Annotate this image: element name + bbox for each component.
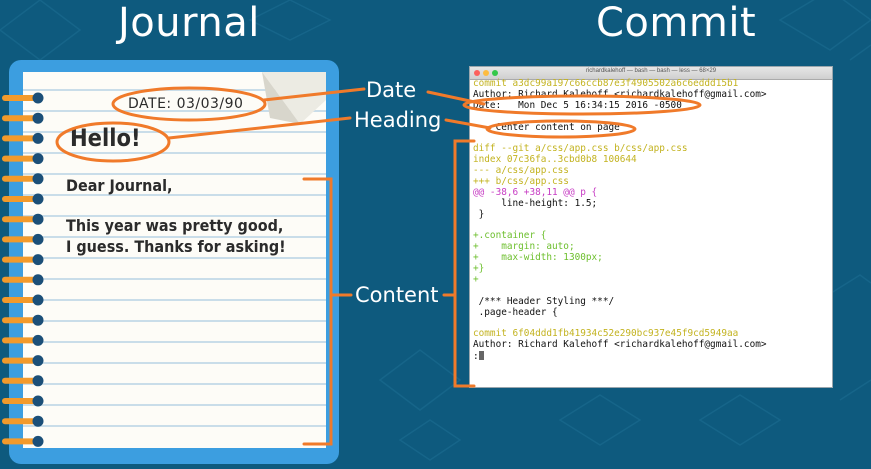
ring-binding [2,213,44,225]
ring-binding [2,193,44,205]
ring-binding [2,153,44,165]
terminal-window: richardkalehoff — bash — bash — less — 6… [469,66,833,388]
ring-binding [2,233,44,245]
ring-binding [2,274,44,286]
terminal-line: .page-header { [473,306,558,318]
terminal-line: : [473,351,830,362]
ring-binding [2,314,44,326]
ring-binding [2,254,44,266]
date-connector-label: Date [366,78,417,102]
terminal-cursor [478,351,484,361]
ring-binding [2,355,44,367]
terminal-line: + [473,274,479,286]
terminal-line: line-height: 1.5; [473,197,598,209]
ring-binding [2,92,44,104]
ring-binding [2,334,44,346]
ring-binding [2,375,44,387]
journal-salutation: Dear Journal, [66,176,173,195]
journal-paper [23,72,326,448]
ring-binding [2,435,44,447]
terminal-output[interactable]: commit a3dc99a197c66ccb87e3f4905502a6c6e… [473,78,830,362]
heading-connector-label: Heading [354,108,442,132]
journal-heading: Hello! [70,124,141,152]
ring-binding [2,294,44,306]
journal-title: Journal [118,0,260,46]
ring-binding [2,112,44,124]
ring-binding [2,395,44,407]
terminal-line: +} [473,263,485,275]
journal-date: DATE: 03/03/90 [128,96,244,112]
terminal-window-title: richardkalehoff — bash — bash — less — 6… [585,68,717,74]
notebook-rings [2,92,44,447]
terminal-line: Author: Richard Kalehoff <richardkalehof… [473,339,767,351]
commit-title: Commit [596,0,757,46]
terminal-line: Center content on page [473,121,620,133]
journal-body-line: I guess. Thanks for asking! [66,237,286,256]
journal-body-line: This year was pretty good, [66,216,284,235]
ring-binding [2,415,44,427]
ring-binding [2,173,44,185]
ring-binding [2,132,44,144]
terminal-line: Date: Mon Dec 5 16:34:15 2016 -0500 [473,99,682,111]
terminal-line: + max-width: 1300px; [473,252,603,264]
content-connector-label: Content [355,283,439,307]
terminal-line: } [473,208,485,220]
